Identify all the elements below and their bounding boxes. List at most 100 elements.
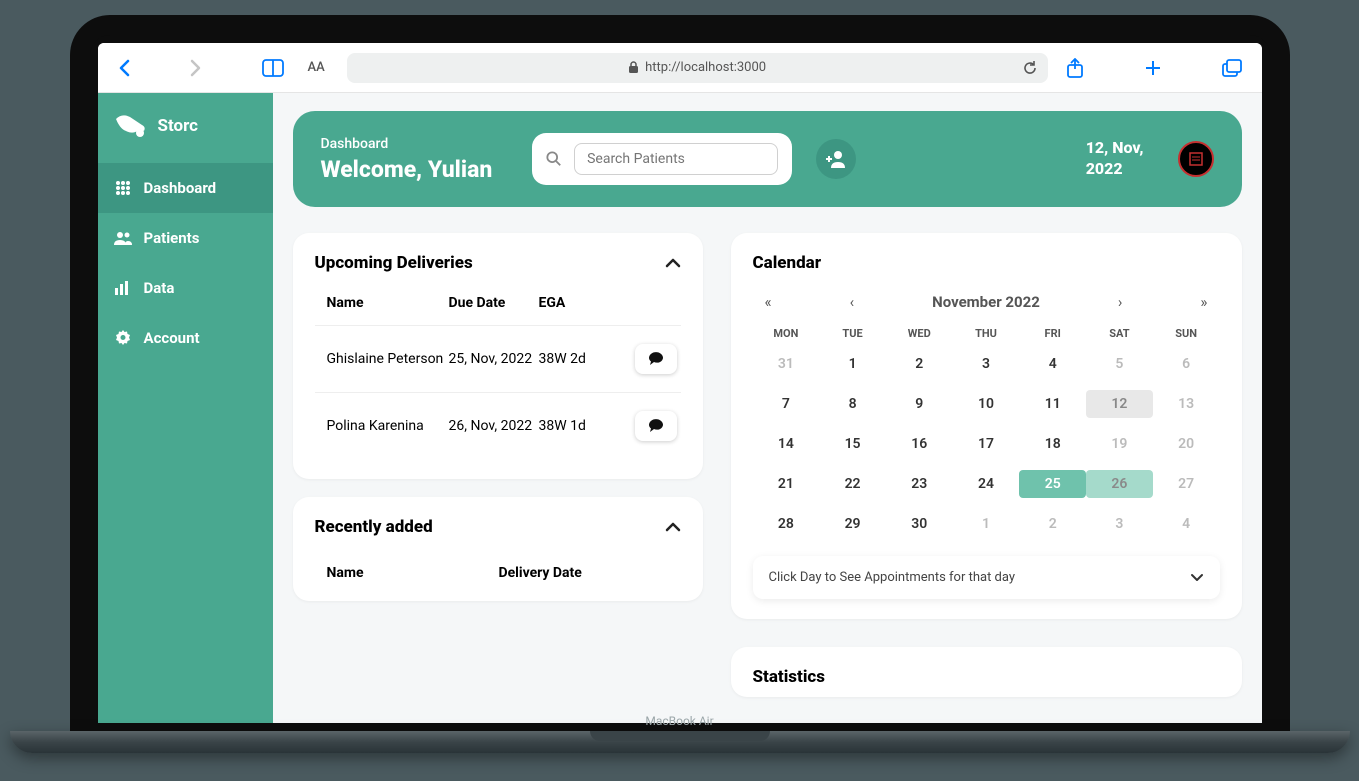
calendar-day[interactable]: 11 (1019, 390, 1086, 418)
search-icon (546, 150, 562, 168)
sidebar-item-label: Data (144, 279, 175, 297)
brand-name: Storc (158, 116, 199, 136)
calendar-day[interactable]: 23 (886, 470, 953, 498)
collapse-icon[interactable] (665, 522, 681, 532)
calendar-day[interactable]: 4 (1153, 510, 1220, 538)
sidebar-item-patients[interactable]: Patients (98, 213, 273, 263)
url-bar[interactable]: http://localhost:3000 (347, 53, 1048, 83)
chart-icon (114, 281, 132, 295)
brand-logo: Storc (98, 93, 273, 163)
collapse-icon[interactable] (665, 258, 681, 268)
calendar-day[interactable]: 31 (753, 350, 820, 378)
calendar-day[interactable]: 29 (819, 510, 886, 538)
laptop-base: MacBook Air (10, 731, 1350, 753)
cal-next-year[interactable]: » (1200, 293, 1207, 311)
calendar-day[interactable]: 5 (1086, 350, 1153, 378)
search-input[interactable] (574, 143, 778, 175)
calendar-day[interactable]: 19 (1086, 430, 1153, 458)
calendar-day[interactable]: 1 (953, 510, 1020, 538)
grid-icon (114, 180, 132, 196)
calendar-dow: MON (753, 327, 820, 340)
search-container (532, 133, 792, 185)
table-row: Ghislaine Peterson25, Nov, 202238W 2d (315, 325, 681, 392)
chat-button[interactable] (635, 411, 677, 441)
upcoming-deliveries-card: Upcoming Deliveries Name Due Dat (293, 233, 703, 479)
header-date: 12, Nov, 2022 (1086, 138, 1144, 180)
header-banner: Dashboard Welcome, Yulian (293, 111, 1242, 207)
calendar-day[interactable]: 8 (819, 390, 886, 418)
add-user-icon (826, 150, 846, 168)
due-date: 26, Nov, 2022 (449, 418, 539, 434)
calendar-grid: 3112345678910111213141516171819202122232… (753, 350, 1220, 538)
statistics-title: Statistics (753, 667, 1220, 687)
calendar-dow: TUE (819, 327, 886, 340)
bookmarks-icon[interactable] (262, 59, 284, 77)
cal-prev-year[interactable]: « (765, 293, 772, 311)
calendar-day[interactable]: 13 (1153, 390, 1220, 418)
calendar-day[interactable]: 26 (1086, 470, 1153, 498)
cal-prev-month[interactable]: ‹ (850, 293, 855, 311)
recent-table-header: Name Delivery Date (315, 551, 681, 581)
statistics-card: Statistics (731, 647, 1242, 697)
calendar-day[interactable]: 14 (753, 430, 820, 458)
calendar-day[interactable]: 9 (886, 390, 953, 418)
patient-name: Polina Karenina (319, 418, 449, 434)
calendar-day[interactable]: 16 (886, 430, 953, 458)
calendar-title: Calendar (753, 253, 1220, 273)
calendar-day[interactable]: 15 (819, 430, 886, 458)
calendar-day[interactable]: 30 (886, 510, 953, 538)
header-welcome: Welcome, Yulian (321, 156, 515, 183)
refresh-icon[interactable] (1022, 60, 1038, 76)
calendar-day[interactable]: 12 (1086, 390, 1153, 418)
people-icon (114, 231, 132, 245)
calendar-card: Calendar « ‹ November 2022 › » MONTUEWED… (731, 233, 1242, 619)
sidebar: Storc Dashboard Patients (98, 93, 273, 723)
calendar-dow: THU (953, 327, 1020, 340)
calendar-day[interactable]: 4 (1019, 350, 1086, 378)
sidebar-item-data[interactable]: Data (98, 263, 273, 313)
calendar-day[interactable]: 22 (819, 470, 886, 498)
share-icon[interactable] (1066, 58, 1084, 78)
sidebar-item-label: Dashboard (144, 179, 217, 197)
browser-back-button[interactable] (118, 59, 130, 77)
calendar-day[interactable]: 7 (753, 390, 820, 418)
lock-icon (628, 61, 639, 74)
calendar-day[interactable]: 2 (886, 350, 953, 378)
avatar-icon (1188, 151, 1204, 167)
calendar-day[interactable]: 6 (1153, 350, 1220, 378)
calendar-day[interactable]: 2 (1019, 510, 1086, 538)
cal-next-month[interactable]: › (1118, 293, 1123, 311)
ega-value: 38W 2d (539, 351, 599, 367)
calendar-hint[interactable]: Click Day to See Appointments for that d… (753, 556, 1220, 599)
calendar-day[interactable]: 17 (953, 430, 1020, 458)
calendar-day[interactable]: 25 (1019, 470, 1086, 498)
sidebar-item-dashboard[interactable]: Dashboard (98, 163, 273, 213)
browser-toolbar: AA http://localhost:3000 (98, 43, 1262, 93)
calendar-dow: FRI (1019, 327, 1086, 340)
calendar-day[interactable]: 18 (1019, 430, 1086, 458)
calendar-day[interactable]: 21 (753, 470, 820, 498)
calendar-day[interactable]: 3 (1086, 510, 1153, 538)
new-tab-icon[interactable] (1144, 59, 1162, 77)
text-size-button[interactable]: AA (302, 60, 331, 75)
browser-forward-button[interactable] (190, 59, 202, 77)
chat-icon (648, 352, 664, 366)
calendar-day[interactable]: 24 (953, 470, 1020, 498)
add-patient-button[interactable] (816, 139, 856, 179)
calendar-day[interactable]: 10 (953, 390, 1020, 418)
calendar-day[interactable]: 28 (753, 510, 820, 538)
calendar-day[interactable]: 1 (819, 350, 886, 378)
tabs-icon[interactable] (1222, 59, 1242, 77)
avatar[interactable] (1178, 141, 1214, 177)
laptop-model-label: MacBook Air (645, 714, 713, 728)
chevron-down-icon (1190, 573, 1204, 582)
calendar-day[interactable]: 27 (1153, 470, 1220, 498)
ega-value: 38W 1d (539, 418, 599, 434)
calendar-nav: « ‹ November 2022 › » (753, 285, 1220, 327)
calendar-day[interactable]: 3 (953, 350, 1020, 378)
header-section-label: Dashboard (321, 136, 515, 152)
patient-name: Ghislaine Peterson (319, 351, 449, 367)
chat-button[interactable] (635, 344, 677, 374)
calendar-day[interactable]: 20 (1153, 430, 1220, 458)
sidebar-item-account[interactable]: Account (98, 313, 273, 363)
